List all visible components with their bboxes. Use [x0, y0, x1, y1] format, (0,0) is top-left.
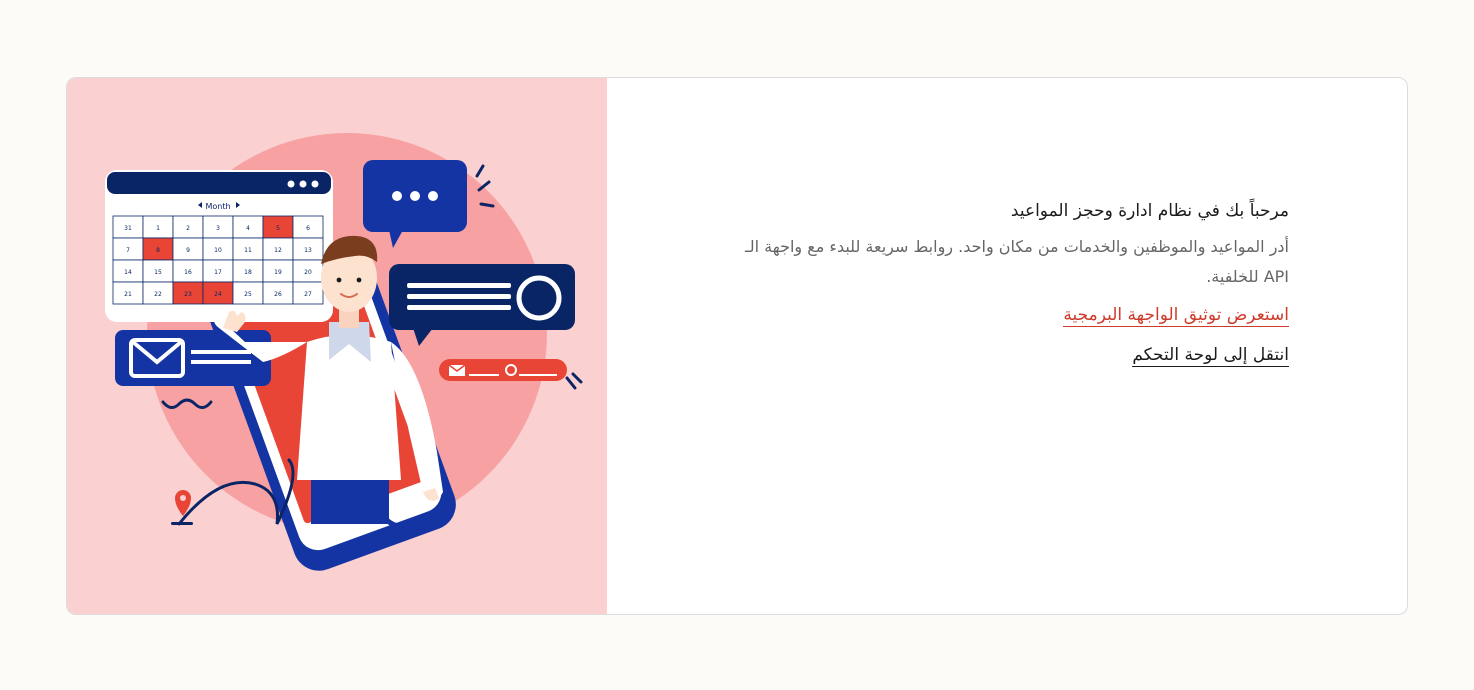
calendar-day-label: 6 [306, 225, 310, 232]
calendar-day-label: 17 [214, 269, 222, 276]
calendar-day-label: 15 [154, 269, 162, 276]
calendar-day-label: 14 [124, 269, 132, 276]
calendar-day-label: 22 [154, 291, 162, 298]
calendar-day-label: 9 [186, 247, 190, 254]
calendar-day-label: 5 [276, 225, 280, 232]
calendar-day-label: 26 [274, 291, 282, 298]
calendar-day-label: 8 [156, 247, 160, 254]
calendar-day-label: 4 [246, 225, 250, 232]
api-docs-link-label: استعرض توثيق الواجهة البرمجية [1063, 305, 1289, 327]
api-docs-link[interactable]: استعرض توثيق الواجهة البرمجية [1063, 302, 1289, 328]
calendar-day-label: 25 [244, 291, 252, 298]
welcome-description: أدر المواعيد والموظفين والخدمات من مكان … [745, 237, 1289, 286]
calendar-day-label: 11 [244, 247, 252, 254]
welcome-card: Month 31 1 2 3 4 5 6 7 8 9 10 11 12 13 14 15 16 17 18 19 20 2… [66, 77, 1408, 615]
calendar-day-label: 27 [304, 291, 312, 298]
calendar-day-label: 19 [274, 269, 282, 276]
calendar-day-label: 24 [214, 291, 222, 298]
calendar-day-label: 31 [124, 225, 132, 232]
calendar-day-label: 13 [304, 247, 312, 254]
calendar-day-label: 7 [126, 247, 130, 254]
appointment-illustration: Month 31 1 2 3 4 5 67 8 9 10 11 12 1314 15 16 17 18 19 202… [105, 133, 583, 571]
welcome-title: مرحباً بك في نظام ادارة وحجز المواعيد [1010, 201, 1289, 221]
calendar-day-label: 3 [216, 225, 220, 232]
calendar-day-label: 10 [214, 247, 222, 254]
calendar-day-label: 12 [274, 247, 282, 254]
dashboard-link[interactable]: انتقل إلى لوحة التحكم [1132, 342, 1289, 368]
calendar-day-label: 18 [244, 269, 252, 276]
calendar-day-label: 16 [184, 269, 192, 276]
svg-text:Month: Month [205, 202, 230, 211]
calendar-day-label: 23 [184, 291, 192, 298]
dashboard-link-label: انتقل إلى لوحة التحكم [1132, 345, 1289, 367]
welcome-content: مرحباً بك في نظام ادارة وحجز المواعيد أد… [729, 198, 1289, 382]
calendar-day-label: 20 [304, 269, 312, 276]
hero-illustration: Month 31 1 2 3 4 5 6 7 8 9 10 11 12 13 14 15 16 17 18 19 20 2… [67, 78, 607, 614]
calendar-day-label: 2 [186, 225, 190, 232]
calendar-day-label: 1 [156, 225, 160, 232]
calendar-day-label: 21 [124, 291, 132, 298]
calendar-window: Month 31 1 2 3 4 5 67 8 9 10 11 12 1314 15 16 17 18 19 202… [105, 170, 333, 322]
